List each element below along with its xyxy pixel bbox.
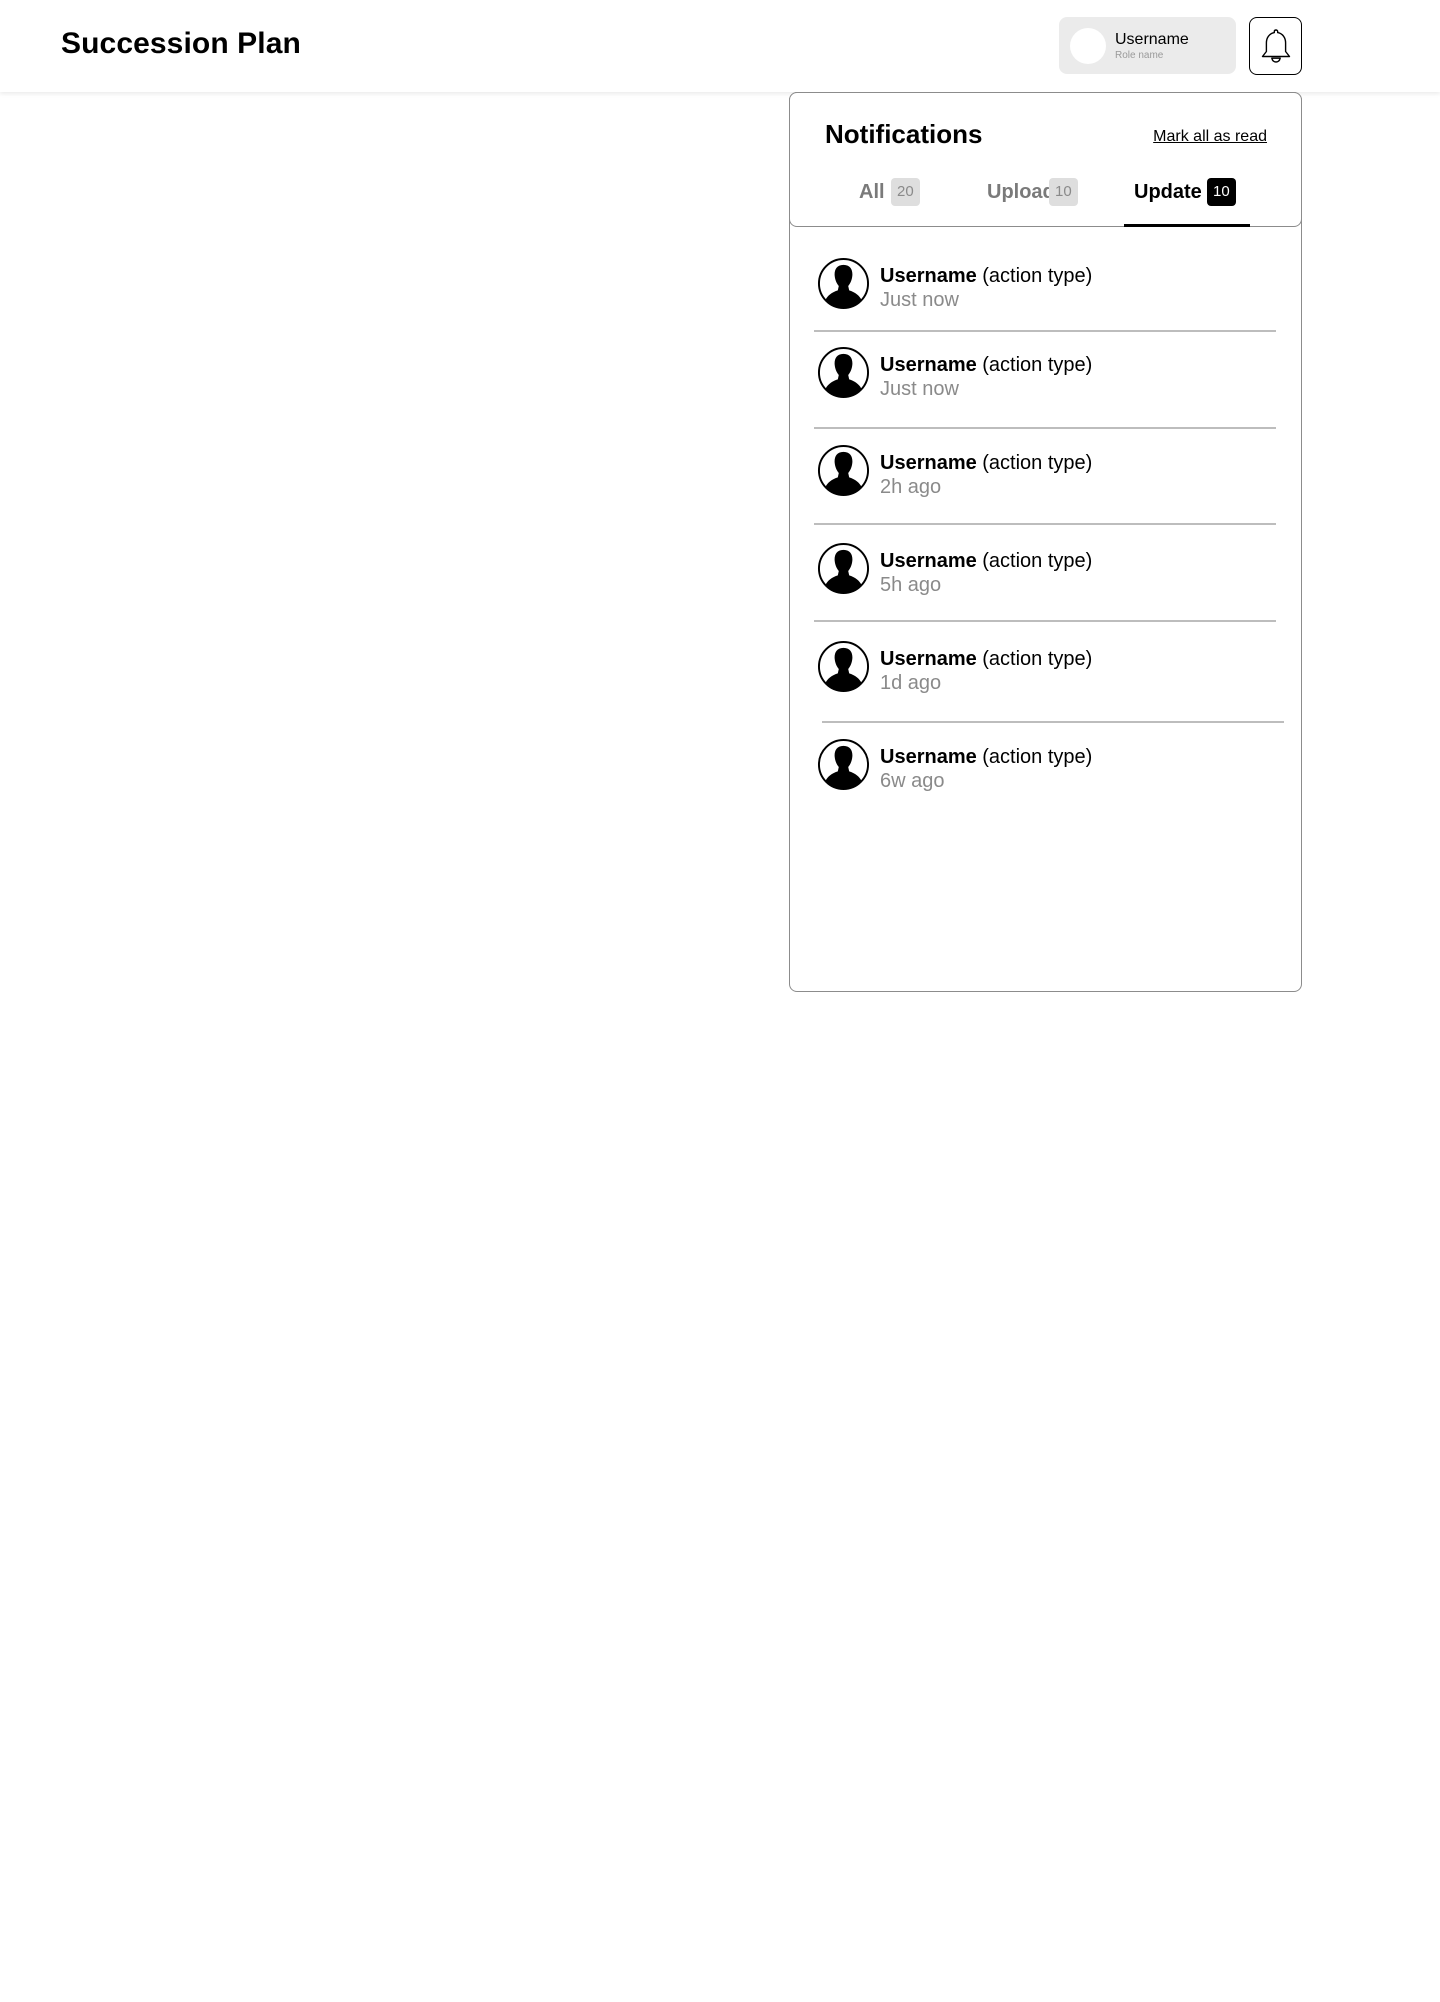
notification-action: (action type) xyxy=(976,746,1093,768)
notification-action: (action type) xyxy=(976,354,1093,376)
user-name: Username xyxy=(1115,31,1189,48)
divider xyxy=(814,523,1276,525)
notification-time: 2h ago xyxy=(880,476,942,498)
list-item[interactable]: Username (action type) 1d ago xyxy=(790,640,1303,710)
list-item[interactable]: Username (action type) Just now xyxy=(790,257,1303,327)
notification-action: (action type) xyxy=(976,265,1093,287)
notification-username: Username xyxy=(880,354,977,376)
notification-username: Username xyxy=(880,265,977,287)
notification-time: 1d ago xyxy=(880,672,942,694)
list-item[interactable]: Username (action type) 6w ago xyxy=(790,738,1303,808)
notification-action: (action type) xyxy=(976,550,1093,572)
notification-action: (action type) xyxy=(976,452,1093,474)
tab-upload-label: Upload xyxy=(987,181,1055,203)
user-silhouette-icon xyxy=(817,738,870,791)
user-profile-chip[interactable]: Username Role name xyxy=(1059,17,1236,74)
divider xyxy=(814,330,1276,332)
list-item[interactable]: Username (action type) 5h ago xyxy=(790,542,1303,612)
page-title: Succession Plan xyxy=(61,27,301,60)
notification-action: (action type) xyxy=(976,648,1093,670)
tab-all-label: All xyxy=(859,181,885,203)
notification-username: Username xyxy=(880,746,977,768)
tab-upload[interactable]: Upload 10 xyxy=(978,178,1098,227)
tab-all-count-badge: 20 xyxy=(891,178,920,206)
notification-time: Just now xyxy=(880,378,959,400)
list-item[interactable]: Username (action type) 2h ago xyxy=(790,444,1303,514)
bell-icon xyxy=(1261,29,1290,63)
active-tab-indicator xyxy=(1124,224,1250,227)
divider xyxy=(814,620,1276,622)
top-header: Succession Plan Username Role name xyxy=(0,0,1440,92)
divider xyxy=(814,427,1276,429)
user-silhouette-icon xyxy=(817,346,870,399)
user-silhouette-icon xyxy=(817,640,870,693)
tab-all[interactable]: All 20 xyxy=(850,178,950,227)
notification-username: Username xyxy=(880,452,977,474)
notifications-button[interactable] xyxy=(1249,17,1302,75)
tab-upload-count-badge: 10 xyxy=(1049,178,1078,206)
notification-time: Just now xyxy=(880,289,959,311)
tab-update-label: Update xyxy=(1134,181,1202,203)
user-silhouette-icon xyxy=(817,444,870,497)
mark-all-read-link[interactable]: Mark all as read xyxy=(1153,128,1267,146)
notification-time: 5h ago xyxy=(880,574,942,596)
notification-time: 6w ago xyxy=(880,770,945,792)
tab-update-count-badge: 10 xyxy=(1207,178,1236,206)
divider xyxy=(822,721,1284,723)
avatar xyxy=(1070,28,1106,64)
app-root: Succession Plan Username Role name Notif… xyxy=(0,0,1440,2002)
list-item[interactable]: Username (action type) Just now xyxy=(790,346,1303,416)
notifications-panel: Notifications Mark all as read All 20 Up… xyxy=(789,92,1302,992)
notifications-header: Notifications Mark all as read All 20 Up… xyxy=(789,92,1302,227)
notification-username: Username xyxy=(880,648,977,670)
user-role: Role name xyxy=(1115,50,1164,61)
tab-update[interactable]: Update 10 xyxy=(1124,178,1250,227)
notifications-title: Notifications xyxy=(825,119,983,149)
user-silhouette-icon xyxy=(817,542,870,595)
notification-username: Username xyxy=(880,550,977,572)
user-silhouette-icon xyxy=(817,257,870,310)
